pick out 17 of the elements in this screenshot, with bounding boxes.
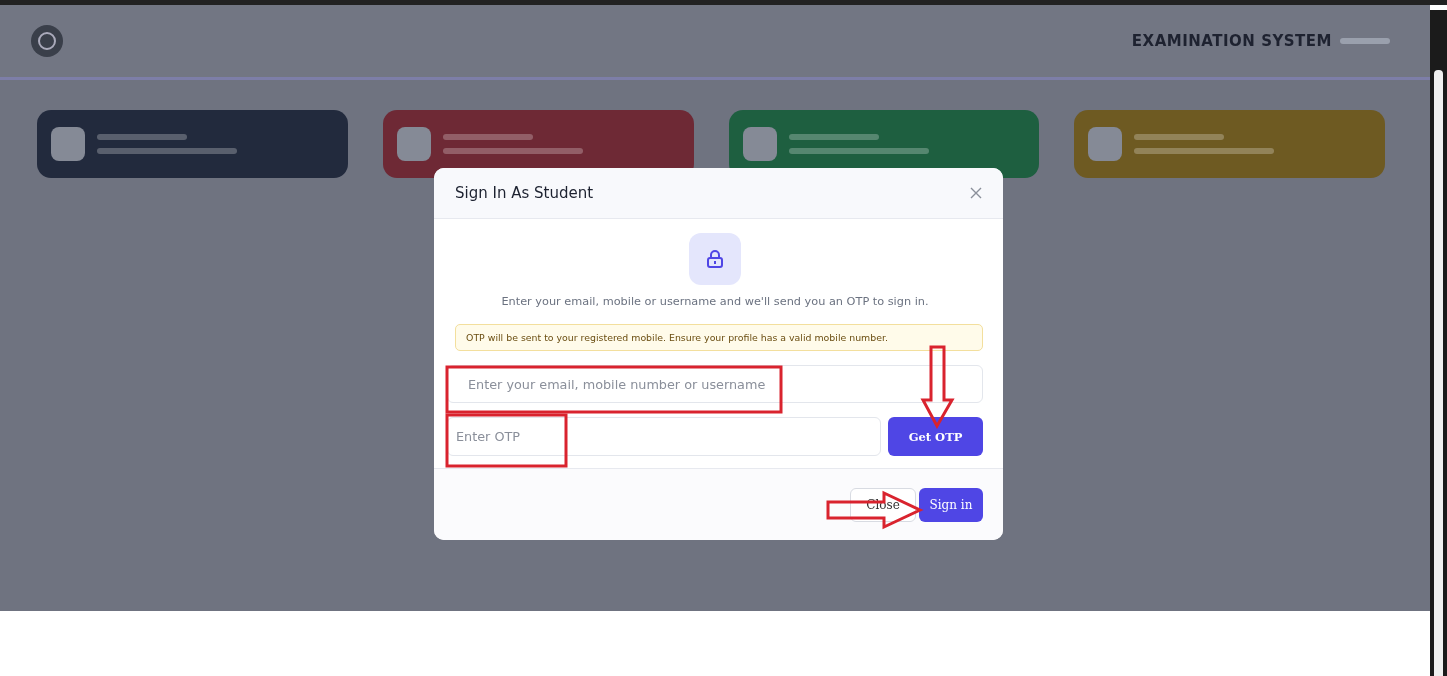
portal-icon [742,127,777,161]
portal-card[interactable] [37,110,348,178]
get-otp-button[interactable]: Get OTP [888,417,983,456]
close-icon[interactable] [969,186,983,200]
dialog-title: Sign In As Student [455,184,594,202]
instruction-text: Enter your email, mobile or username and we'll send you an OTP to sign in. [501,295,929,308]
portal-icon [396,127,431,161]
email-field[interactable]: Enter your email, mobile number or username [447,365,983,403]
sign-in-button[interactable]: Sign in [919,487,983,522]
portal-icon [1088,127,1123,161]
lock-icon [689,233,741,285]
system-title: EXAMINATION SYSTEM [1131,32,1332,50]
scrollbar[interactable] [1430,10,1447,676]
otp-field[interactable]: Enter OTP [447,417,881,456]
portal-icon [51,127,85,161]
emblem-logo [30,24,64,58]
otp-notice: OTP will be sent to your registered mobile. Ensure your profile has a valid mobile number. [455,324,983,351]
